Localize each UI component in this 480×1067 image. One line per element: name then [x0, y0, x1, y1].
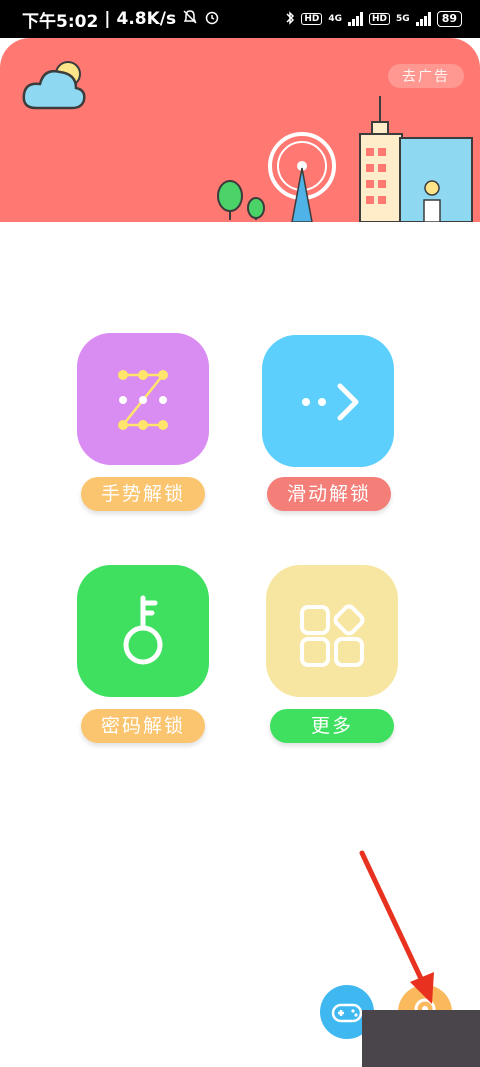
hd-badge-1: HD [301, 13, 323, 25]
header-banner: 去广告 [0, 38, 480, 222]
ferris-wheel-icon [268, 132, 336, 222]
signal-icon-2 [415, 12, 431, 26]
network-type-1: 4G [328, 14, 343, 24]
bluetooth-icon [285, 10, 295, 29]
signal-icon-1 [348, 12, 364, 26]
slide-unlock-tile[interactable] [262, 335, 394, 467]
status-bar: 下午5:02 | 4.8K/s HD 4G HD 5G 89 [0, 0, 480, 38]
apps-grid-icon [300, 604, 365, 667]
battery-indicator: 89 [436, 11, 462, 27]
hd-badge-2: HD [369, 13, 391, 25]
remove-ads-button[interactable]: 去广告 [388, 64, 464, 88]
separator: | [104, 9, 111, 29]
slide-unlock-button[interactable]: 滑动解锁 [267, 477, 391, 511]
password-unlock-tile[interactable] [77, 565, 209, 697]
mute-bell-icon [182, 9, 198, 30]
key-icon [123, 595, 163, 665]
more-button[interactable]: 更多 [270, 709, 394, 743]
tree-icon [217, 180, 265, 220]
more-tile[interactable] [266, 565, 398, 697]
overlay-box [362, 1010, 480, 1067]
password-unlock-button[interactable]: 密码解锁 [81, 709, 205, 743]
weather-cloud-icon [22, 61, 86, 110]
network-type-2: 5G [396, 14, 410, 24]
gesture-unlock-button[interactable]: 手势解锁 [81, 477, 205, 511]
status-time: 下午5:02 [22, 11, 99, 32]
gesture-pattern-icon [118, 370, 168, 430]
buildings-icon [359, 96, 473, 222]
network-speed: 4.8K/s [116, 9, 177, 29]
alarm-clock-icon [204, 9, 220, 30]
gesture-unlock-tile[interactable] [77, 333, 209, 465]
slide-arrow-icon [302, 383, 359, 421]
